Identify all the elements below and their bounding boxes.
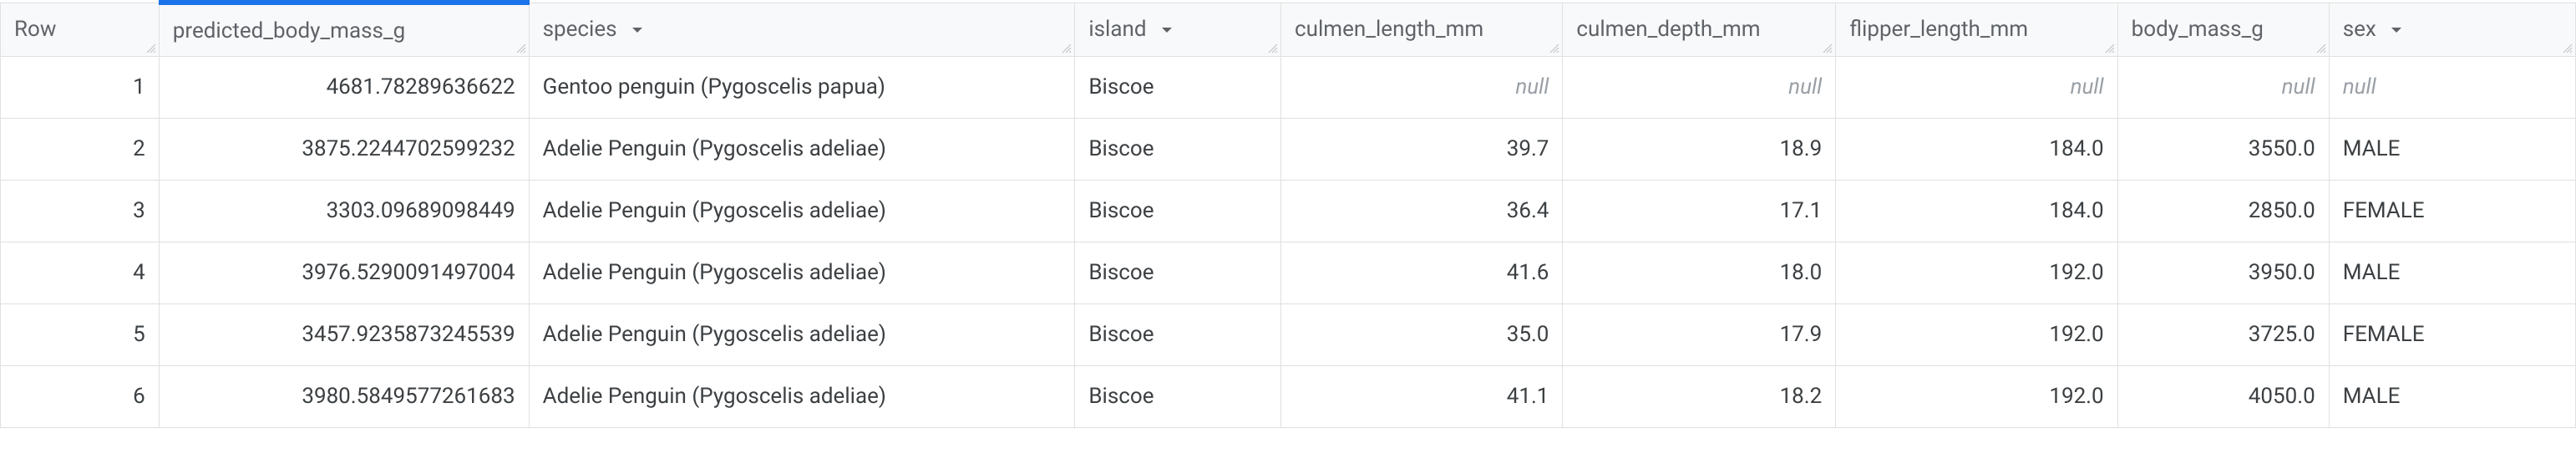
col-header-label: species [543,18,617,43]
cell-row-number: 5 [1,303,160,365]
cell-species: Adelie Penguin (Pygoscelis adeliae) [529,303,1075,365]
cell-row-number: 1 [1,56,160,118]
cell-culmen-depth-mm: 18.0 [1563,242,1836,303]
col-header-row[interactable]: Row [1,3,160,56]
col-header-flipper-length-mm[interactable]: flipper_length_mm [1836,3,2117,56]
cell-culmen-depth-mm: 18.2 [1563,365,1836,427]
resize-handle-icon[interactable] [515,43,527,54]
cell-flipper-length-mm: 192.0 [1836,242,2117,303]
table-row: 63980.5849577261683Adelie Penguin (Pygos… [1,365,2576,427]
cell-culmen-length-mm: 41.1 [1281,365,1563,427]
col-header-predicted-body-mass-g[interactable]: predicted_body_mass_g [159,3,529,56]
col-header-sex[interactable]: sex [2329,3,2575,56]
resize-handle-icon[interactable] [2562,43,2573,54]
col-header-culmen-length-mm[interactable]: culmen_length_mm [1281,3,1563,56]
header-row: Row predicted_body_mass_g species island… [1,3,2576,56]
cell-body-mass-g: 2850.0 [2117,180,2329,242]
cell-sex: MALE [2329,365,2575,427]
cell-culmen-depth-mm: 17.9 [1563,303,1836,365]
table-row: 23875.2244702599232Adelie Penguin (Pygos… [1,118,2576,180]
col-header-island[interactable]: island [1075,3,1281,56]
cell-row-number: 6 [1,365,160,427]
dropdown-icon[interactable] [2388,22,2405,38]
col-header-label: flipper_length_mm [1849,18,2028,43]
cell-sex: MALE [2329,242,2575,303]
cell-island: Biscoe [1075,56,1281,118]
col-header-culmen-depth-mm[interactable]: culmen_depth_mm [1563,3,1836,56]
resize-handle-icon[interactable] [1549,43,1560,54]
cell-culmen-depth-mm: 17.1 [1563,180,1836,242]
cell-predicted-body-mass-g: 3980.5849577261683 [159,365,529,427]
cell-sex: FEMALE [2329,303,2575,365]
cell-body-mass-g: 3550.0 [2117,118,2329,180]
cell-row-number: 4 [1,242,160,303]
cell-flipper-length-mm: 184.0 [1836,180,2117,242]
cell-flipper-length-mm: 192.0 [1836,365,2117,427]
col-header-label: culmen_length_mm [1295,18,1483,43]
cell-species: Adelie Penguin (Pygoscelis adeliae) [529,118,1075,180]
col-header-label: sex [2343,18,2376,43]
cell-culmen-depth-mm: null [1563,56,1836,118]
cell-island: Biscoe [1075,180,1281,242]
cell-flipper-length-mm: null [1836,56,2117,118]
cell-predicted-body-mass-g: 3976.5290091497004 [159,242,529,303]
col-header-label: body_mass_g [2132,18,2264,43]
cell-species: Adelie Penguin (Pygoscelis adeliae) [529,365,1075,427]
resize-handle-icon[interactable] [1061,43,1072,54]
cell-sex: MALE [2329,118,2575,180]
cell-predicted-body-mass-g: 3303.09689098449 [159,180,529,242]
table-row: 14681.78289636622Gentoo penguin (Pygosce… [1,56,2576,118]
col-header-label: predicted_body_mass_g [173,18,405,43]
col-header-label: culmen_depth_mm [1576,18,1760,43]
cell-predicted-body-mass-g: 3457.9235873245539 [159,303,529,365]
cell-body-mass-g: null [2117,56,2329,118]
cell-island: Biscoe [1075,365,1281,427]
cell-predicted-body-mass-g: 4681.78289636622 [159,56,529,118]
cell-flipper-length-mm: 192.0 [1836,303,2117,365]
cell-culmen-length-mm: 35.0 [1281,303,1563,365]
cell-row-number: 2 [1,118,160,180]
cell-culmen-length-mm: 41.6 [1281,242,1563,303]
col-header-label: Row [14,18,56,43]
cell-species: Adelie Penguin (Pygoscelis adeliae) [529,180,1075,242]
cell-culmen-depth-mm: 18.9 [1563,118,1836,180]
cell-body-mass-g: 3725.0 [2117,303,2329,365]
table-row: 43976.5290091497004Adelie Penguin (Pygos… [1,242,2576,303]
resize-handle-icon[interactable] [1822,43,1833,54]
cell-culmen-length-mm: 36.4 [1281,180,1563,242]
dropdown-icon[interactable] [629,22,646,38]
cell-culmen-length-mm: null [1281,56,1563,118]
cell-sex: FEMALE [2329,180,2575,242]
col-header-label: island [1088,18,1146,43]
table-row: 53457.9235873245539Adelie Penguin (Pygos… [1,303,2576,365]
resize-handle-icon[interactable] [145,43,157,54]
cell-flipper-length-mm: 184.0 [1836,118,2117,180]
cell-island: Biscoe [1075,118,1281,180]
cell-predicted-body-mass-g: 3875.2244702599232 [159,118,529,180]
dropdown-icon[interactable] [1159,22,1175,38]
resize-handle-icon[interactable] [1267,43,1279,54]
table-body: 14681.78289636622Gentoo penguin (Pygosce… [1,56,2576,427]
resize-handle-icon[interactable] [2315,43,2327,54]
col-header-species[interactable]: species [529,3,1075,56]
cell-island: Biscoe [1075,242,1281,303]
cell-row-number: 3 [1,180,160,242]
cell-species: Gentoo penguin (Pygoscelis papua) [529,56,1075,118]
resize-handle-icon[interactable] [2104,43,2116,54]
cell-culmen-length-mm: 39.7 [1281,118,1563,180]
results-table: Row predicted_body_mass_g species island… [0,0,2576,428]
table-row: 33303.09689098449Adelie Penguin (Pygosce… [1,180,2576,242]
cell-sex: null [2329,56,2575,118]
col-header-body-mass-g[interactable]: body_mass_g [2117,3,2329,56]
cell-body-mass-g: 3950.0 [2117,242,2329,303]
cell-body-mass-g: 4050.0 [2117,365,2329,427]
cell-species: Adelie Penguin (Pygoscelis adeliae) [529,242,1075,303]
cell-island: Biscoe [1075,303,1281,365]
